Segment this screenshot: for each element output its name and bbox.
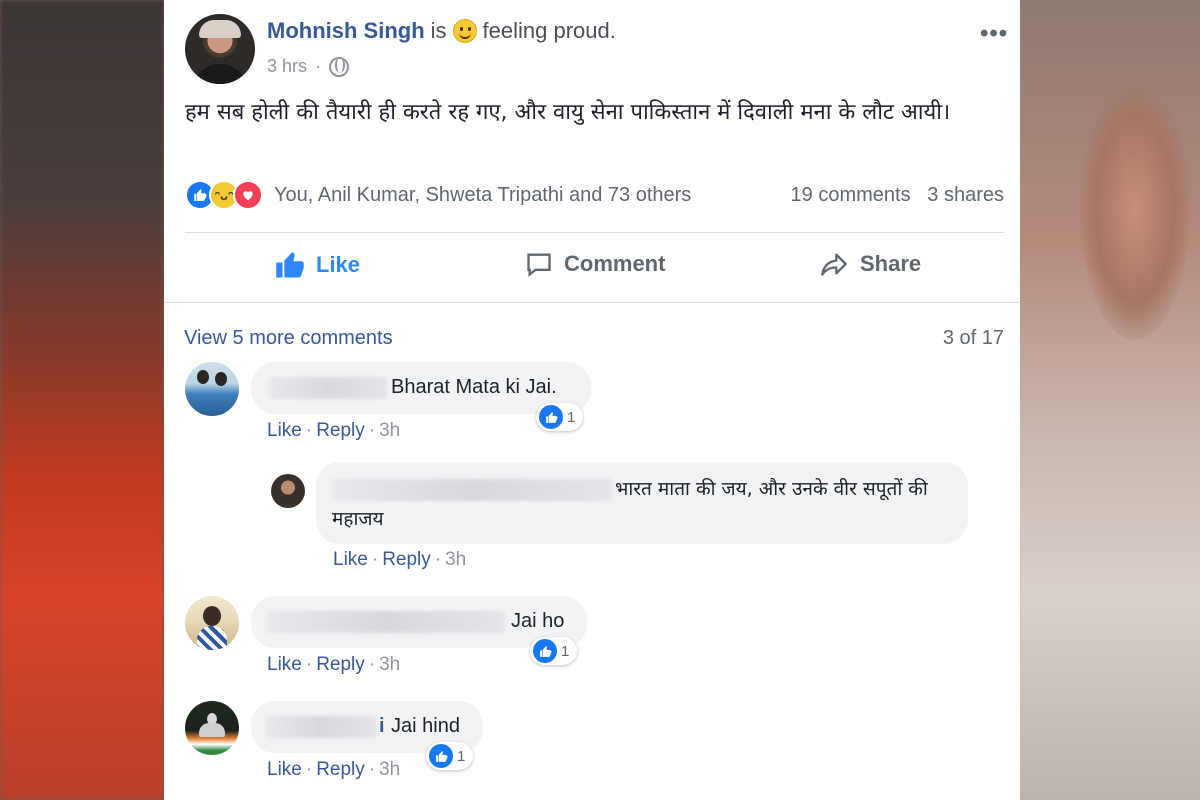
author-avatar[interactable] — [185, 14, 255, 84]
globe-icon[interactable] — [329, 56, 350, 77]
comment-reply-link[interactable]: Reply — [316, 759, 365, 780]
comment-text: Jai ho — [511, 610, 565, 632]
comment-like-link[interactable]: Like — [267, 420, 302, 441]
post-header: Mohnish Singh is feeling proud. — [267, 18, 616, 44]
comment-actions: Like · Reply · 3h — [267, 420, 401, 441]
comment-reactions[interactable]: 1 — [426, 742, 474, 770]
divider — [185, 232, 1004, 233]
comment-like-link[interactable]: Like — [267, 654, 302, 675]
reply-bubble: भारत माता की जय, और उनके वीर सपूतों की म… — [316, 462, 968, 544]
comment-actions: Like · Reply · 3h — [333, 549, 467, 570]
smile-emoji-icon — [452, 19, 477, 43]
comment-button[interactable]: Comment — [524, 250, 665, 278]
feeling-text: feeling proud. — [482, 18, 616, 43]
commenter-name-tail[interactable]: i — [379, 715, 385, 738]
background-left-blur — [0, 0, 164, 800]
like-thumb-icon — [276, 251, 304, 278]
replier-avatar[interactable] — [271, 474, 305, 508]
reaction-count: 1 — [567, 408, 576, 426]
comment-like-link[interactable]: Like — [267, 759, 302, 780]
comment-time[interactable]: 3h — [379, 420, 400, 441]
comment-time[interactable]: 3h — [445, 549, 466, 570]
reaction-count: 1 — [561, 642, 570, 660]
comment-actions: Like · Reply · 3h — [267, 654, 401, 675]
comment-reply-link[interactable]: Reply — [316, 654, 365, 675]
blurred-name — [267, 611, 505, 633]
commenter-avatar[interactable] — [185, 701, 239, 755]
background-right-blur — [1020, 0, 1200, 800]
reaction-icons[interactable]: ᵔᴗᵔ — [185, 180, 263, 210]
comments-count[interactable]: 19 comments — [791, 184, 911, 206]
post-body: हम सब होली की तैयारी ही करते रह गए, और व… — [185, 100, 951, 125]
comment-reactions[interactable]: 1 — [536, 403, 584, 431]
blurred-name — [265, 716, 377, 738]
reaction-count: 1 — [457, 747, 466, 765]
comment-reply-link[interactable]: Reply — [316, 420, 365, 441]
reaction-names[interactable]: You, Anil Kumar, Shweta Tripathi and 73 … — [274, 184, 691, 207]
comment-time[interactable]: 3h — [379, 654, 400, 675]
reply-text: भारत माता की जय, और उनके वीर सपूतों की म… — [332, 478, 928, 530]
more-options-icon[interactable]: ••• — [980, 20, 1008, 48]
activity-is: is — [430, 18, 447, 43]
author-name[interactable]: Mohnish Singh — [267, 18, 425, 44]
shares-count[interactable]: 3 shares — [927, 184, 1004, 206]
post-meta: 3 hrs · — [267, 56, 350, 77]
post-card: Mohnish Singh is feeling proud. 3 hrs · … — [164, 0, 1020, 800]
share-arrow-icon — [821, 253, 847, 276]
comments-pager: 3 of 17 — [942, 327, 1004, 349]
commenter-avatar[interactable] — [185, 362, 239, 416]
like-button[interactable]: Like — [274, 250, 360, 280]
post-counts: 19 comments 3 shares — [791, 184, 1004, 207]
view-more-comments-link[interactable]: View 5 more comments — [184, 327, 393, 350]
comment-reply-link[interactable]: Reply — [382, 549, 431, 570]
post-time[interactable]: 3 hrs — [267, 56, 307, 77]
like-reaction-icon — [539, 405, 563, 429]
share-button[interactable]: Share — [818, 250, 921, 278]
comment-bubble-icon — [527, 253, 551, 277]
comment-actions: Like · Reply · 3h — [267, 759, 401, 780]
comment-text: Jai hind — [391, 715, 460, 737]
divider — [164, 302, 1020, 303]
comment-text: Bharat Mata ki Jai. — [391, 376, 557, 398]
comment-like-link[interactable]: Like — [333, 549, 368, 570]
comment-time[interactable]: 3h — [379, 759, 400, 780]
blurred-name — [269, 377, 387, 399]
comment-reactions[interactable]: 1 — [530, 637, 578, 665]
like-reaction-icon — [533, 639, 557, 663]
love-reaction-icon — [233, 180, 263, 210]
like-reaction-icon — [429, 744, 453, 768]
commenter-avatar[interactable] — [185, 596, 239, 650]
